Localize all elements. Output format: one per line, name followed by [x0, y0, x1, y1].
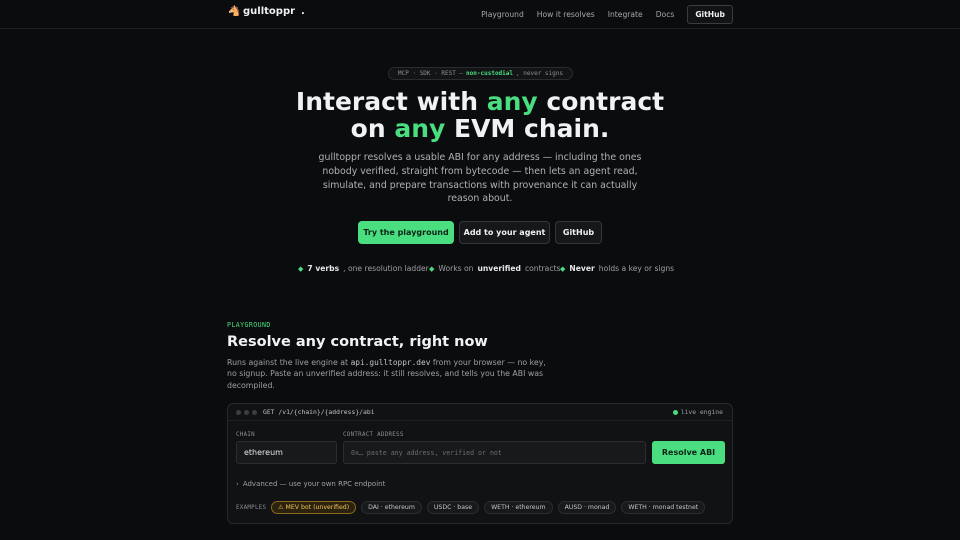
feature-never-signs: ◆ Never holds a key or signs — [560, 264, 674, 273]
endpoint-path: GET /v1/{chain}/{address}/abi — [263, 408, 375, 416]
contract-address-input[interactable]: 0x… paste any address, verified or not — [343, 441, 646, 464]
example-chips: ⚠ MEV bot (unverified) DAI · ethereum US… — [271, 501, 706, 514]
diamond-icon: ◆ — [560, 264, 566, 273]
pill-prefix: MCP · SDK · REST — — [398, 70, 464, 77]
brand-name: gulltoppr — [243, 6, 296, 17]
feature-bold: Never — [569, 264, 595, 273]
feature-unverified: ◆ Works on unverified contracts — [429, 264, 560, 273]
hero-title-part: Interact with — [295, 87, 487, 116]
nav-links: Playground How it resolves Integrate Doc… — [468, 5, 733, 24]
advanced-label: Advanced — use your own RPC endpoint — [242, 480, 386, 488]
hero-title-accent: any — [394, 114, 446, 143]
feature-text: contracts — [524, 264, 561, 273]
live-engine-label: live engine — [680, 408, 723, 416]
section-subtitle: Runs against the live engine at api.gull… — [227, 357, 547, 391]
nav-how-it-resolves[interactable]: How it resolves — [537, 10, 595, 19]
hero-title-part: on — [350, 114, 395, 143]
example-chip[interactable]: ⚠ MEV bot (unverified) — [271, 501, 357, 514]
feature-verbs: ◆ 7 verbs , one resolution ladder — [298, 264, 429, 273]
section-title: Resolve any contract, right now — [227, 334, 488, 350]
resolve-abi-button[interactable]: Resolve ABI — [652, 441, 725, 464]
pill-highlight: non-custodial — [466, 70, 514, 77]
window-dot — [236, 410, 241, 415]
example-chip[interactable]: AUSD · monad — [557, 501, 617, 514]
brand-suffix: . — [301, 6, 305, 17]
examples-label: EXAMPLES — [236, 505, 267, 511]
api-host-code: api.gulltoppr.dev — [350, 358, 431, 367]
nav-docs[interactable]: Docs — [656, 10, 675, 19]
diamond-icon: ◆ — [298, 264, 304, 273]
hero-title-part: contract — [537, 87, 665, 116]
nav-integrate[interactable]: Integrate — [608, 10, 643, 19]
section-eyebrow: PLAYGROUND — [227, 321, 271, 329]
add-to-agent-button[interactable]: Add to your agent — [459, 221, 550, 244]
feature-text: Works on — [438, 264, 474, 273]
nav-github-button[interactable]: GitHub — [687, 5, 733, 24]
pill-suffix: , never signs — [516, 70, 563, 77]
feature-text: holds a key or signs — [598, 264, 675, 273]
chain-label: CHAIN — [236, 432, 255, 438]
subtitle-text: Runs against the live engine at — [227, 358, 351, 367]
diamond-icon: ◆ — [429, 264, 435, 273]
advanced-toggle[interactable]: › Advanced — use your own RPC endpoint — [236, 480, 385, 488]
feature-bold: 7 verbs — [307, 264, 340, 273]
horse-head-icon: 🐴 — [228, 6, 241, 17]
playground-panel: GET /v1/{chain}/{address}/abi live engin… — [227, 403, 733, 524]
panel-titlebar: GET /v1/{chain}/{address}/abi live engin… — [228, 404, 732, 421]
window-dots — [236, 410, 257, 415]
hero-title-accent: any — [486, 87, 538, 116]
live-engine-status: live engine — [672, 408, 723, 416]
status-dot-icon — [672, 409, 678, 415]
window-dot — [252, 410, 257, 415]
example-chip[interactable]: WETH · ethereum — [484, 501, 553, 514]
protocol-pill: MCP · SDK · REST — non-custodial , never… — [388, 67, 573, 80]
chain-input[interactable]: ethereum — [236, 441, 337, 464]
hero-title-part: EVM chain. — [445, 114, 610, 143]
hero-subtitle: gulltoppr resolves a usable ABI for any … — [318, 152, 642, 205]
example-chip[interactable]: DAI · ethereum — [361, 501, 422, 514]
hero-title: Interact with any contract on any EVM ch… — [280, 88, 680, 142]
window-dot — [244, 410, 249, 415]
nav-playground[interactable]: Playground — [481, 10, 524, 19]
example-chip[interactable]: WETH · monad testnet — [621, 501, 706, 514]
brand-logo[interactable]: 🐴 gulltoppr . — [228, 6, 305, 17]
example-chip[interactable]: USDC · base — [426, 501, 480, 514]
feature-bold: unverified — [477, 264, 521, 273]
top-nav: 🐴 gulltoppr . Playground How it resolves… — [0, 0, 960, 29]
address-label: CONTRACT ADDRESS — [343, 432, 404, 438]
feature-text: , one resolution ladder — [343, 264, 429, 273]
chevron-right-icon: › — [236, 480, 239, 488]
github-button[interactable]: GitHub — [555, 221, 602, 244]
try-playground-button[interactable]: Try the playground — [358, 221, 454, 244]
